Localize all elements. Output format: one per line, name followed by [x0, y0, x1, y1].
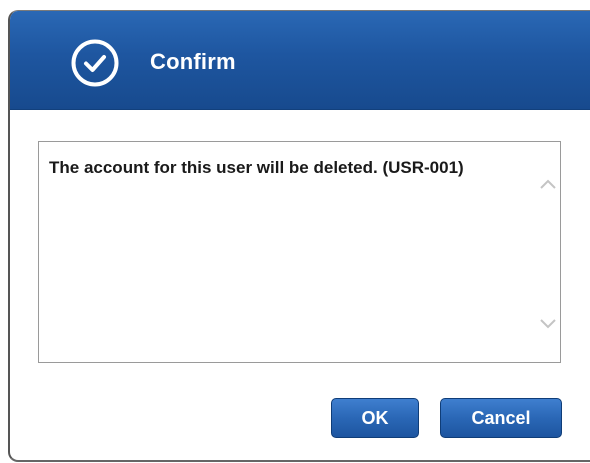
- chevron-down-icon[interactable]: [538, 314, 558, 334]
- check-circle-icon: [71, 39, 119, 87]
- message-textarea[interactable]: The account for this user will be delete…: [38, 141, 561, 363]
- dialog-titlebar: Confirm: [10, 11, 590, 110]
- message-text: The account for this user will be delete…: [49, 158, 464, 177]
- chevron-up-icon[interactable]: [538, 174, 558, 194]
- dialog-title: Confirm: [150, 49, 236, 74]
- cancel-button[interactable]: Cancel: [440, 398, 562, 438]
- ok-button[interactable]: OK: [331, 398, 419, 438]
- confirm-dialog: Confirm The account for this user will b…: [8, 10, 590, 462]
